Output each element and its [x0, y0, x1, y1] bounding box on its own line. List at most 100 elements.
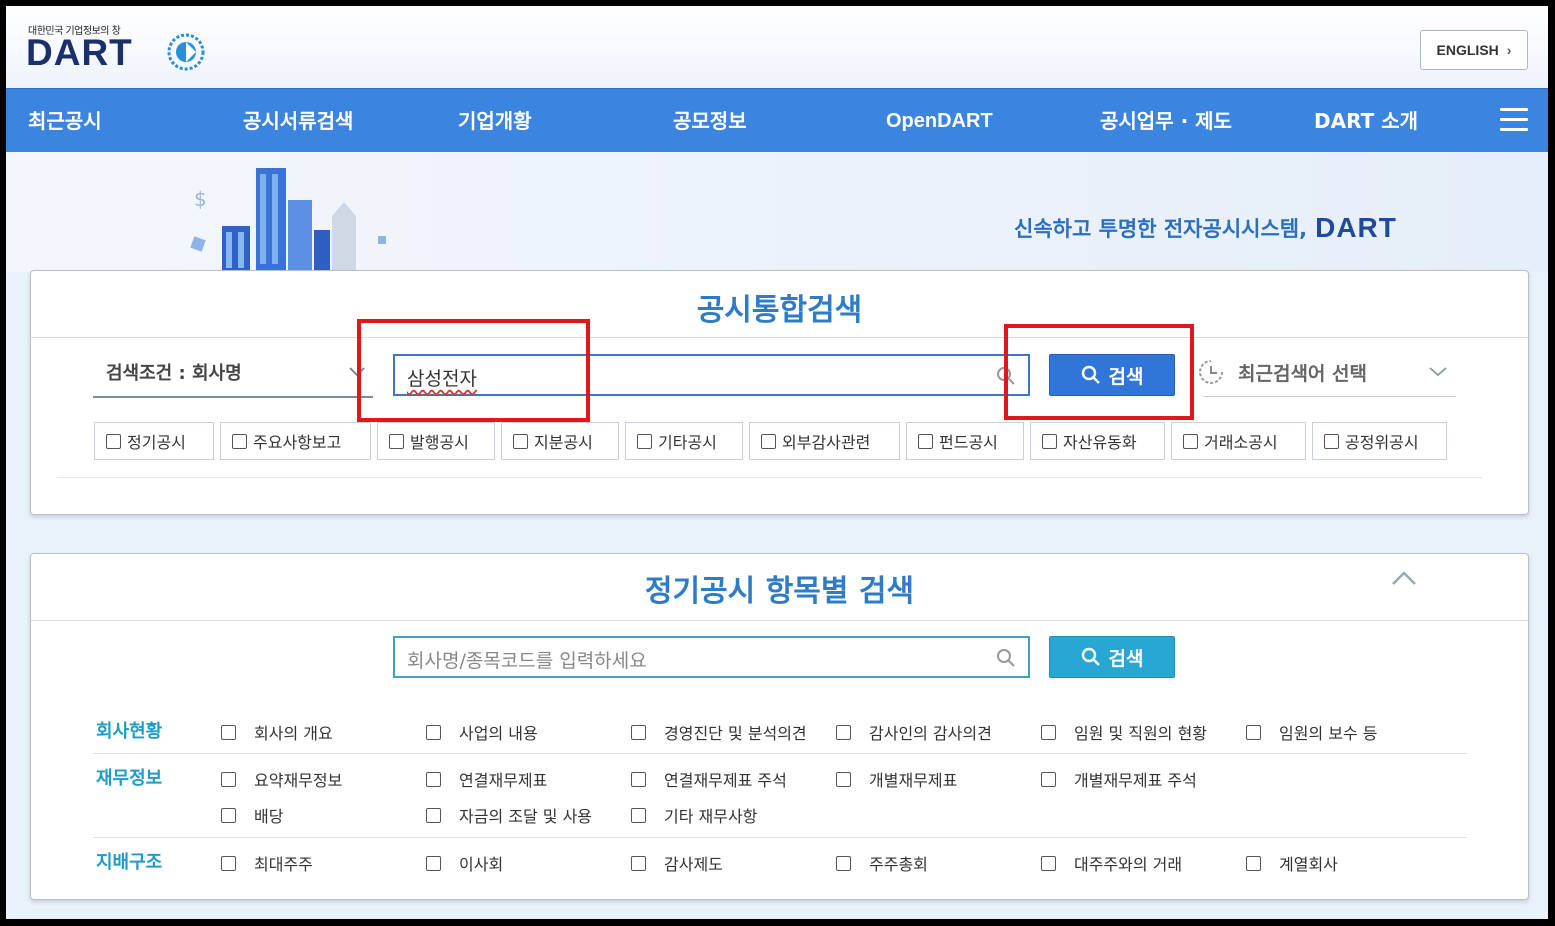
- option-affiliates[interactable]: 계열회사: [1246, 851, 1338, 875]
- svg-text:$: $: [194, 187, 207, 211]
- checkbox[interactable]: [631, 771, 646, 787]
- option-business-content[interactable]: 사업의 내용: [426, 720, 538, 744]
- nav-item-opendart[interactable]: OpenDART: [886, 89, 993, 153]
- search-condition-select[interactable]: 검색조건 : 회사명: [106, 359, 242, 385]
- checkbox[interactable]: [1041, 724, 1056, 740]
- option-label: 경영진단 및 분석의견: [664, 724, 807, 743]
- option-mdna[interactable]: 경영진단 및 분석의견: [631, 720, 807, 744]
- filter-label: 지분공시: [534, 433, 593, 452]
- filter-fund[interactable]: 펀드공시: [906, 422, 1024, 460]
- option-separate-fs[interactable]: 개별재무제표: [836, 767, 957, 791]
- checkbox[interactable]: [836, 771, 851, 787]
- checkbox[interactable]: [631, 855, 646, 871]
- nav-item-about[interactable]: DART 소개: [1314, 89, 1418, 153]
- chevron-right-icon: ›: [1506, 42, 1512, 58]
- periodic-item-search-panel: 정기공시 항목별 검색 회사명/종목코드를 입력하세요 검색 회사현황 회사의 …: [30, 553, 1529, 900]
- checkbox[interactable]: [513, 433, 528, 449]
- main-nav: 최근공시 공시서류검색 기업개황 공모정보 OpenDART 공시업무 · 제도…: [6, 88, 1548, 152]
- checkbox[interactable]: [836, 724, 851, 740]
- recent-searches-label: 최근검색어 선택: [1238, 362, 1367, 385]
- option-dividends[interactable]: 배당: [221, 803, 283, 827]
- nav-item-doc-search[interactable]: 공시서류검색: [243, 89, 353, 153]
- recent-searches-select[interactable]: 최근검색어 선택: [1196, 357, 1367, 387]
- checkbox[interactable]: [389, 433, 404, 449]
- checkbox[interactable]: [1041, 771, 1056, 787]
- filter-abs[interactable]: 자산유동화: [1030, 422, 1165, 460]
- checkbox[interactable]: [232, 433, 247, 449]
- filter-other[interactable]: 기타공시: [625, 422, 743, 460]
- filter-equity[interactable]: 지분공시: [501, 422, 619, 460]
- hero-banner: $ 신속하고 투명한 전자공시시스템, DART: [6, 152, 1548, 272]
- option-summary-financials[interactable]: 요약재무정보: [221, 767, 342, 791]
- row-divider: [93, 753, 1467, 754]
- option-board[interactable]: 이사회: [426, 851, 503, 875]
- option-audit-system[interactable]: 감사제도: [631, 851, 723, 875]
- option-funding-usage[interactable]: 자금의 조달 및 사용: [426, 803, 592, 827]
- filter-ftc[interactable]: 공정위공시: [1312, 422, 1447, 460]
- logo-burst-icon: [167, 33, 205, 71]
- option-label: 사업의 내용: [459, 724, 538, 743]
- option-label: 감사제도: [664, 855, 723, 874]
- item-search-button[interactable]: 검색: [1049, 636, 1175, 678]
- checkbox[interactable]: [918, 433, 933, 449]
- option-largest-shareholder[interactable]: 최대주주: [221, 851, 313, 875]
- filter-label: 펀드공시: [939, 433, 998, 452]
- checkbox[interactable]: [631, 724, 646, 740]
- dart-page: 대한민국 기업정보의 창 DART ENGLISH › 최근공시 공시서류검색 …: [6, 6, 1548, 919]
- checkbox[interactable]: [426, 807, 441, 823]
- option-label: 연결재무제표 주석: [664, 771, 787, 790]
- nav-item-offering[interactable]: 공모정보: [673, 89, 747, 153]
- option-separate-notes[interactable]: 개별재무제표 주석: [1041, 767, 1197, 791]
- integrated-search-panel: 공시통합검색 검색조건 : 회사명 삼성전자 검색 최근검색어 선택 정기공시 …: [30, 270, 1529, 515]
- option-related-party[interactable]: 대주주와의 거래: [1041, 851, 1182, 875]
- checkbox[interactable]: [631, 807, 646, 823]
- menu-icon[interactable]: [1500, 108, 1528, 132]
- option-consolidated-notes[interactable]: 연결재무제표 주석: [631, 767, 787, 791]
- nav-item-disclosure-rules[interactable]: 공시업무 · 제도: [1100, 89, 1232, 153]
- option-label: 주주총회: [869, 855, 928, 874]
- checkbox[interactable]: [221, 724, 236, 740]
- filter-major-report[interactable]: 주요사항보고: [220, 422, 371, 460]
- chevron-up-icon[interactable]: [1391, 570, 1417, 586]
- checkbox[interactable]: [221, 807, 236, 823]
- checkbox[interactable]: [1246, 724, 1261, 740]
- checkbox[interactable]: [426, 855, 441, 871]
- checkbox[interactable]: [1324, 433, 1339, 449]
- checkbox[interactable]: [1042, 433, 1057, 449]
- nav-item-recent[interactable]: 최근공시: [28, 89, 102, 153]
- panel-divider: [31, 337, 1528, 338]
- filter-label: 발행공시: [410, 433, 469, 452]
- checkbox[interactable]: [1041, 855, 1056, 871]
- item-search-placeholder: 회사명/종목코드를 입력하세요: [407, 650, 647, 672]
- checkbox[interactable]: [106, 433, 121, 449]
- filter-label: 기타공시: [658, 433, 717, 452]
- checkbox[interactable]: [1246, 855, 1261, 871]
- english-button[interactable]: ENGLISH ›: [1420, 30, 1528, 70]
- option-company-overview[interactable]: 회사의 개요: [221, 720, 333, 744]
- option-auditor-opinion[interactable]: 감사인의 감사의견: [836, 720, 992, 744]
- checkbox[interactable]: [1183, 433, 1198, 449]
- option-consolidated-fs[interactable]: 연결재무제표: [426, 767, 547, 791]
- checkbox[interactable]: [426, 771, 441, 787]
- checkbox[interactable]: [761, 433, 776, 449]
- nav-item-company[interactable]: 기업개황: [458, 89, 532, 153]
- option-executive-pay[interactable]: 임원의 보수 등: [1246, 720, 1378, 744]
- filter-periodic[interactable]: 정기공시: [94, 422, 214, 460]
- checkbox[interactable]: [221, 855, 236, 871]
- item-search-title: 정기공시 항목별 검색: [644, 574, 915, 609]
- filter-exchange[interactable]: 거래소공시: [1171, 422, 1306, 460]
- item-search-input[interactable]: 회사명/종목코드를 입력하세요: [393, 636, 1030, 678]
- row-divider: [93, 837, 1467, 838]
- checkbox[interactable]: [426, 724, 441, 740]
- checkbox[interactable]: [221, 771, 236, 787]
- option-shareholders-meeting[interactable]: 주주총회: [836, 851, 928, 875]
- checkbox[interactable]: [637, 433, 652, 449]
- chevron-down-icon[interactable]: [1429, 367, 1447, 377]
- option-other-financial[interactable]: 기타 재무사항: [631, 803, 757, 827]
- option-label: 감사인의 감사의견: [869, 724, 992, 743]
- checkbox[interactable]: [836, 855, 851, 871]
- option-executives-employees[interactable]: 임원 및 직원의 현황: [1041, 720, 1207, 744]
- filter-external-audit[interactable]: 외부감사관련: [749, 422, 900, 460]
- filter-issuance[interactable]: 발행공시: [377, 422, 495, 460]
- dart-logo[interactable]: 대한민국 기업정보의 창 DART: [26, 22, 216, 78]
